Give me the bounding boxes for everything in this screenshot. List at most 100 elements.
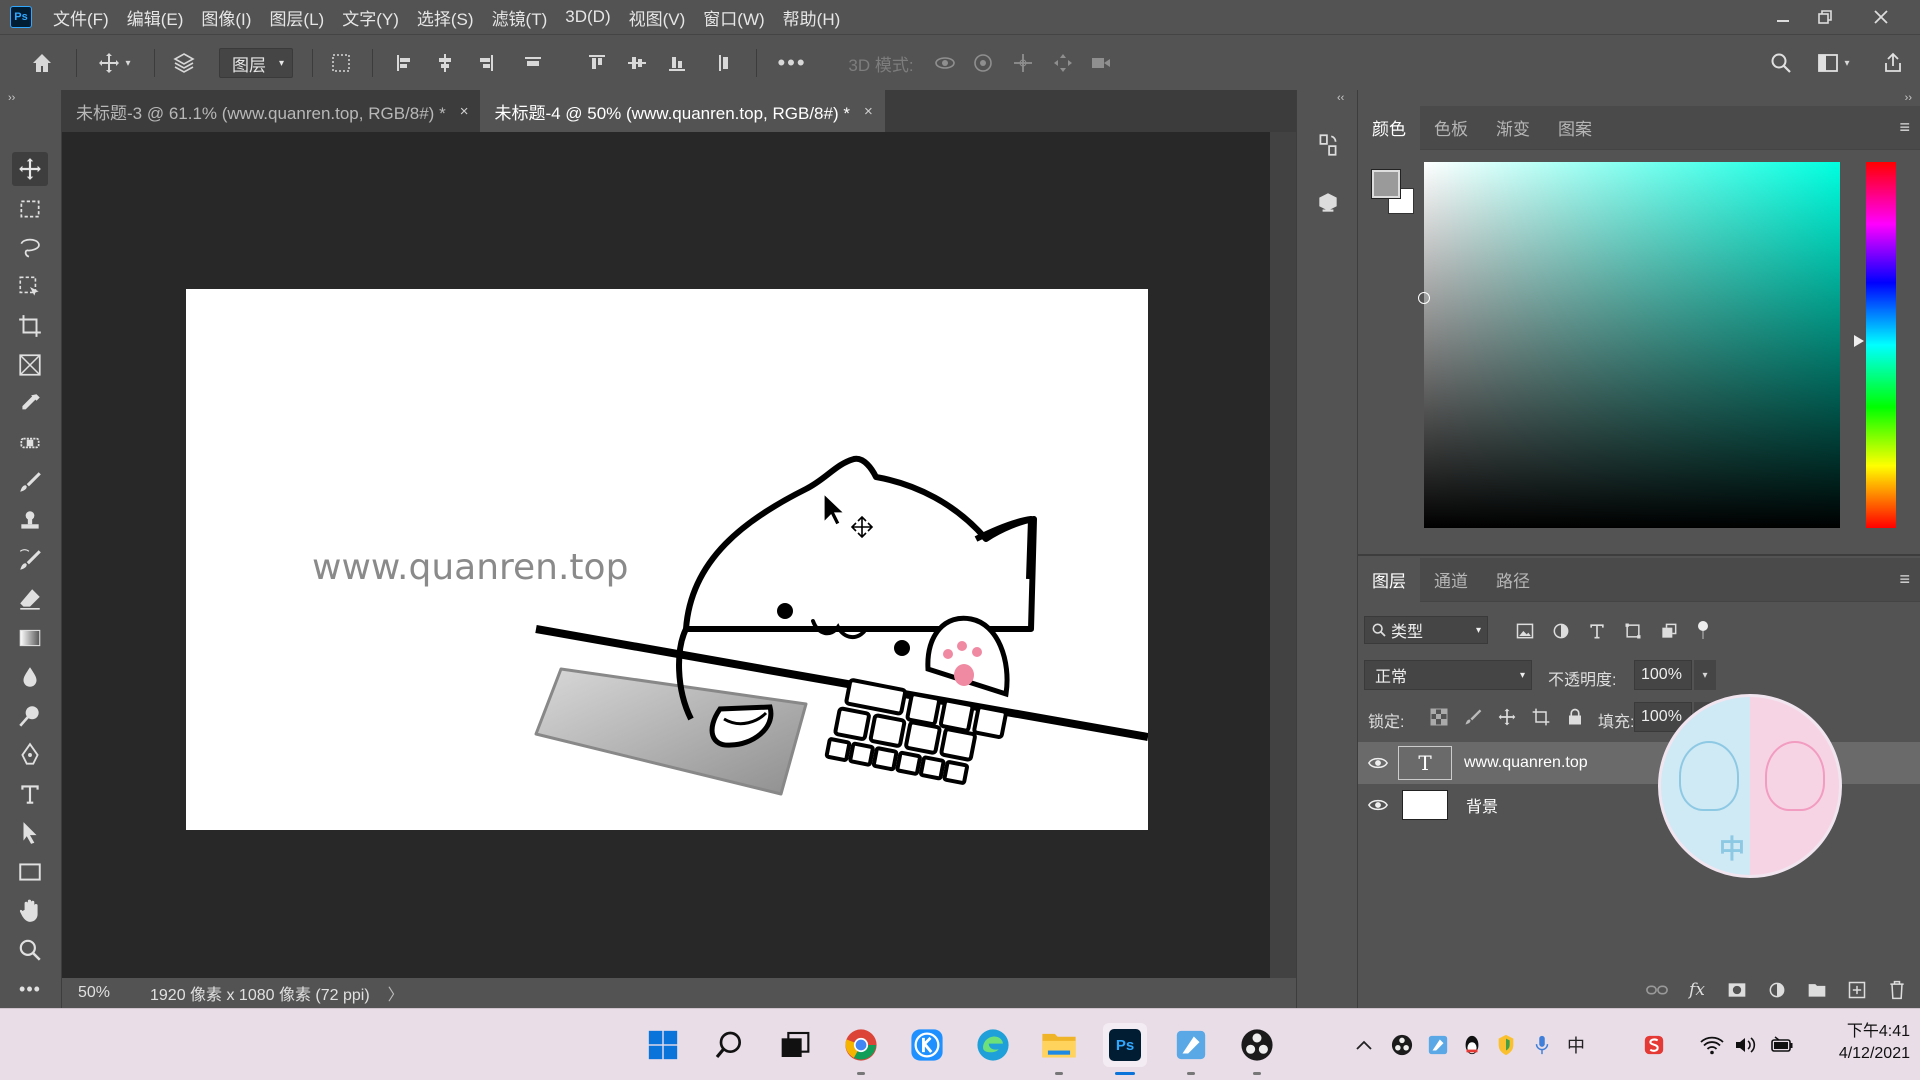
- hand-tool[interactable]: [12, 894, 48, 928]
- restore-button[interactable]: [1800, 0, 1850, 34]
- taskbar-edge[interactable]: [971, 1023, 1015, 1067]
- auto-select-checkbox[interactable]: [166, 47, 202, 79]
- start-button[interactable]: [641, 1023, 685, 1067]
- blend-mode-dropdown[interactable]: 正常 ▾: [1364, 660, 1532, 690]
- tray-battery[interactable]: [1768, 1031, 1796, 1059]
- frame-tool[interactable]: [12, 348, 48, 382]
- new-group-button[interactable]: [1804, 977, 1830, 1003]
- menu-window[interactable]: 窗口(W): [694, 5, 773, 30]
- collapse-panels-icon[interactable]: ‹‹: [1337, 92, 1344, 104]
- tray-security[interactable]: [1492, 1031, 1520, 1059]
- new-adjustment-button[interactable]: [1764, 977, 1790, 1003]
- show-hidden-icons-button[interactable]: [1350, 1031, 1378, 1059]
- distribute-horizontal-button[interactable]: [516, 47, 550, 79]
- filter-toggle-button[interactable]: [1696, 618, 1710, 644]
- opacity-slider-toggle[interactable]: ▾: [1694, 660, 1716, 690]
- menu-select[interactable]: 选择(S): [408, 5, 483, 30]
- tray-ime[interactable]: 中: [1562, 1031, 1590, 1059]
- layer-style-button[interactable]: fx: [1684, 977, 1710, 1003]
- expand-panels-icon[interactable]: ››: [1905, 92, 1912, 104]
- filter-smart-object-button[interactable]: [1656, 618, 1682, 644]
- zoom-level[interactable]: 50%: [78, 984, 128, 1002]
- clone-stamp-tool[interactable]: [12, 504, 48, 538]
- distribute-vertical-button[interactable]: [708, 47, 742, 79]
- show-transform-controls-button[interactable]: [324, 47, 358, 79]
- tab-swatches[interactable]: 色板: [1420, 106, 1482, 150]
- dodge-tool[interactable]: [12, 699, 48, 733]
- menu-filter[interactable]: 滤镜(T): [483, 5, 557, 30]
- blur-tool[interactable]: [12, 660, 48, 694]
- menu-edit[interactable]: 编辑(E): [118, 5, 193, 30]
- filter-type-button[interactable]: [1584, 618, 1610, 644]
- collapse-toolbar-icon[interactable]: ››: [8, 92, 15, 104]
- taskbar-photoshop[interactable]: Ps: [1103, 1023, 1147, 1075]
- menu-3d[interactable]: 3D(D): [556, 7, 619, 27]
- workspace-switcher-button[interactable]: ▾: [1808, 47, 1858, 79]
- add-mask-button[interactable]: [1724, 977, 1750, 1003]
- rectangle-tool[interactable]: [12, 855, 48, 889]
- 3d-camera-button[interactable]: [1084, 47, 1118, 79]
- align-right-button[interactable]: [468, 47, 502, 79]
- more-options-button[interactable]: •••: [774, 47, 810, 79]
- layer-name[interactable]: www.quanren.top: [1464, 754, 1588, 772]
- hue-slider[interactable]: [1866, 162, 1896, 528]
- lock-all-button[interactable]: [1562, 704, 1588, 730]
- taskbar-search-button[interactable]: [707, 1023, 751, 1067]
- move-tool[interactable]: [12, 152, 48, 186]
- type-tool[interactable]: [12, 777, 48, 811]
- eraser-tool[interactable]: [12, 582, 48, 616]
- tray-app[interactable]: [1424, 1031, 1452, 1059]
- tab-patterns[interactable]: 图案: [1544, 106, 1606, 150]
- filter-adjustment-button[interactable]: [1548, 618, 1574, 644]
- task-view-button[interactable]: [773, 1023, 817, 1067]
- document-canvas[interactable]: www.quanren.top: [186, 289, 1148, 830]
- new-layer-button[interactable]: [1844, 977, 1870, 1003]
- color-picker-handle[interactable]: [1418, 292, 1430, 304]
- tab-layers[interactable]: 图层: [1358, 557, 1420, 602]
- filter-pixel-button[interactable]: [1512, 618, 1538, 644]
- tab-paths[interactable]: 路径: [1482, 558, 1544, 602]
- tray-obs[interactable]: [1388, 1031, 1416, 1059]
- lock-position-button[interactable]: [1494, 704, 1520, 730]
- tab-channels[interactable]: 通道: [1420, 558, 1482, 602]
- share-button[interactable]: [1876, 47, 1910, 79]
- 3d-roll-button[interactable]: [966, 47, 1000, 79]
- menu-view[interactable]: 视图(V): [620, 5, 695, 30]
- move-tool-preset-button[interactable]: ▾: [88, 47, 140, 79]
- lock-artboard-button[interactable]: [1528, 704, 1554, 730]
- menu-help[interactable]: 帮助(H): [774, 5, 850, 30]
- tab-document-4[interactable]: 未标题-4 @ 50% (www.quanren.top, RGB/8#) * …: [480, 90, 885, 132]
- tray-wifi[interactable]: [1698, 1031, 1726, 1059]
- history-brush-tool[interactable]: [12, 543, 48, 577]
- tab-gradients[interactable]: 渐变: [1482, 106, 1544, 150]
- 3d-orbit-button[interactable]: [928, 47, 962, 79]
- zoom-tool[interactable]: [12, 933, 48, 967]
- link-layers-button[interactable]: [1644, 977, 1670, 1003]
- align-middle-button[interactable]: [620, 47, 654, 79]
- taskbar-app-blue[interactable]: [1169, 1023, 1213, 1075]
- gradient-tool[interactable]: [12, 621, 48, 655]
- close-tab-icon[interactable]: ×: [460, 103, 469, 120]
- tray-microphone[interactable]: [1528, 1031, 1556, 1059]
- healing-brush-tool[interactable]: [12, 426, 48, 460]
- taskbar-obs[interactable]: [1235, 1023, 1279, 1075]
- search-button[interactable]: [1764, 47, 1798, 79]
- auto-select-dropdown[interactable]: 图层 ▾: [216, 47, 296, 79]
- tab-document-3[interactable]: 未标题-3 @ 61.1% (www.quanren.top, RGB/8#) …: [62, 90, 481, 132]
- opacity-input[interactable]: 100%: [1634, 660, 1692, 690]
- color-field[interactable]: [1418, 162, 1840, 528]
- align-center-button[interactable]: [428, 47, 462, 79]
- filter-shape-button[interactable]: [1620, 618, 1646, 644]
- history-panel-button[interactable]: [1311, 128, 1345, 162]
- edit-toolbar-button[interactable]: •••: [12, 972, 48, 1006]
- eyedropper-tool[interactable]: [12, 387, 48, 421]
- home-button[interactable]: [24, 47, 60, 79]
- taskbar-chrome[interactable]: [839, 1023, 883, 1075]
- taskbar-kugou[interactable]: [905, 1023, 949, 1067]
- properties-panel-button[interactable]: [1311, 186, 1345, 220]
- menu-image[interactable]: 图像(I): [192, 5, 260, 30]
- menu-type[interactable]: 文字(Y): [333, 5, 408, 30]
- close-window-button[interactable]: [1856, 0, 1906, 34]
- foreground-color-swatch[interactable]: [1371, 169, 1401, 199]
- clock[interactable]: 下午4:41 4/12/2021: [1810, 1021, 1910, 1065]
